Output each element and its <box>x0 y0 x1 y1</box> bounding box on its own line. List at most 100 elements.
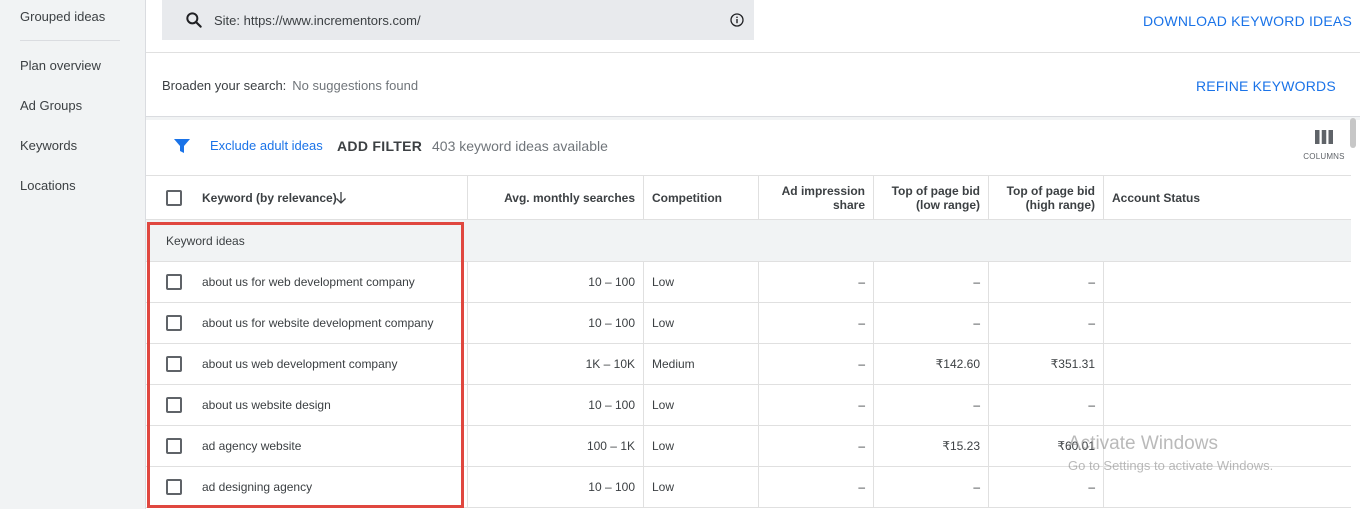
cell-bid-low: ₹15.23 <box>874 426 989 466</box>
keyword-text: about us for website development company <box>202 316 434 330</box>
cell-bid-low: – <box>874 262 989 302</box>
cell-searches: 10 – 100 <box>468 262 644 302</box>
search-input[interactable]: Site: https://www.incrementors.com/ <box>214 13 421 28</box>
keyword-text: ad agency website <box>202 439 302 453</box>
cell-bid-low: – <box>874 385 989 425</box>
header-competition[interactable]: Competition <box>644 176 759 220</box>
row-checkbox[interactable] <box>166 438 182 454</box>
sort-arrow-down-icon[interactable] <box>335 192 347 204</box>
cell-bid-high: ₹60.01 <box>989 426 1104 466</box>
cell-bid-high: – <box>989 385 1104 425</box>
row-checkbox[interactable] <box>166 315 182 331</box>
columns-label: COLUMNS <box>1303 152 1345 161</box>
cell-searches: 10 – 100 <box>468 303 644 343</box>
header-impression-label: Ad impression share <box>781 184 865 212</box>
cell-searches: 10 – 100 <box>468 385 644 425</box>
cell-impression: – <box>759 344 874 384</box>
cell-impression: – <box>759 262 874 302</box>
cell-searches: 100 – 1K <box>468 426 644 466</box>
cell-competition: Low <box>644 303 759 343</box>
download-keyword-ideas-button[interactable]: DOWNLOAD KEYWORD IDEAS <box>1143 13 1352 29</box>
group-row-keyword-ideas: Keyword ideas <box>146 220 1351 262</box>
table-row[interactable]: about us for web development company 10 … <box>146 262 1351 303</box>
info-icon[interactable] <box>730 13 744 27</box>
cell-status <box>1104 262 1351 302</box>
table-row[interactable]: ad agency website 100 – 1K Low – ₹15.23 … <box>146 426 1351 467</box>
header-bid-low-label: Top of page bid (low range) <box>891 184 980 212</box>
header-top-bid-high[interactable]: Top of page bid (high range) <box>989 176 1104 220</box>
filter-row: Exclude adult ideas ADD FILTER 403 keywo… <box>146 120 1360 175</box>
row-checkbox[interactable] <box>166 397 182 413</box>
keyword-text: ad designing agency <box>202 480 313 494</box>
cell-keyword: ad agency website <box>146 426 468 466</box>
sidebar-item-grouped-ideas[interactable]: Grouped ideas <box>20 9 105 24</box>
main-panel: Site: https://www.incrementors.com/ DOWN… <box>145 0 1360 509</box>
header-ad-impression-share[interactable]: Ad impression share <box>759 176 874 220</box>
search-icon <box>186 12 202 28</box>
divider <box>146 52 1360 53</box>
cell-impression: – <box>759 426 874 466</box>
table-row[interactable]: ad designing agency 10 – 100 Low – – – <box>146 467 1351 508</box>
broaden-search: Broaden your search: No suggestions found <box>162 78 418 93</box>
header-competition-label: Competition <box>652 191 722 205</box>
sidebar-divider <box>20 40 120 41</box>
header-account-status[interactable]: Account Status <box>1104 176 1351 220</box>
cell-keyword: about us for web development company <box>146 262 468 302</box>
cell-impression: – <box>759 385 874 425</box>
sidebar-item-ad-groups[interactable]: Ad Groups <box>20 98 82 113</box>
row-checkbox[interactable] <box>166 274 182 290</box>
table-row[interactable]: about us website design 10 – 100 Low – –… <box>146 385 1351 426</box>
sidebar-item-keywords[interactable]: Keywords <box>20 138 77 153</box>
header-keyword-label: Keyword (by relevance) <box>202 191 337 205</box>
cell-keyword: about us for website development company <box>146 303 468 343</box>
header-bid-high-label: Top of page bid (high range) <box>1006 184 1095 212</box>
scrollbar[interactable] <box>1350 118 1356 148</box>
sidebar: Grouped ideas Plan overview Ad Groups Ke… <box>0 0 145 509</box>
row-checkbox[interactable] <box>166 356 182 372</box>
cell-bid-high: – <box>989 303 1104 343</box>
group-label: Keyword ideas <box>166 234 245 248</box>
table-row[interactable]: about us for website development company… <box>146 303 1351 344</box>
cell-keyword: about us web development company <box>146 344 468 384</box>
cell-competition: Medium <box>644 344 759 384</box>
cell-keyword: about us website design <box>146 385 468 425</box>
keyword-text: about us for web development company <box>202 275 415 289</box>
cell-bid-low: – <box>874 303 989 343</box>
keyword-text: about us web development company <box>202 357 398 371</box>
cell-status <box>1104 344 1351 384</box>
cell-bid-low: – <box>874 467 989 507</box>
select-all-checkbox[interactable] <box>166 190 182 206</box>
cell-status <box>1104 426 1351 466</box>
table-row[interactable]: about us web development company 1K – 10… <box>146 344 1351 385</box>
cell-searches: 10 – 100 <box>468 467 644 507</box>
cell-competition: Low <box>644 262 759 302</box>
exclude-adult-ideas-filter[interactable]: Exclude adult ideas <box>210 138 323 153</box>
add-filter-button[interactable]: ADD FILTER <box>337 138 422 154</box>
cell-searches: 1K – 10K <box>468 344 644 384</box>
sidebar-item-locations[interactable]: Locations <box>20 178 76 193</box>
header-top-bid-low[interactable]: Top of page bid (low range) <box>874 176 989 220</box>
cell-competition: Low <box>644 385 759 425</box>
cell-impression: – <box>759 303 874 343</box>
header-status-label: Account Status <box>1112 191 1201 205</box>
cell-bid-high: – <box>989 262 1104 302</box>
cell-status <box>1104 303 1351 343</box>
refine-keywords-button[interactable]: REFINE KEYWORDS <box>1196 78 1336 94</box>
cell-bid-high: ₹351.31 <box>989 344 1104 384</box>
cell-bid-low: ₹142.60 <box>874 344 989 384</box>
row-checkbox[interactable] <box>166 479 182 495</box>
cell-impression: – <box>759 467 874 507</box>
cell-keyword: ad designing agency <box>146 467 468 507</box>
header-keyword[interactable]: Keyword (by relevance) <box>146 176 468 220</box>
sidebar-item-plan-overview[interactable]: Plan overview <box>20 58 101 73</box>
columns-button[interactable]: COLUMNS <box>1302 130 1346 166</box>
cell-bid-high: – <box>989 467 1104 507</box>
cell-competition: Low <box>644 426 759 466</box>
keyword-count: 403 keyword ideas available <box>432 138 608 154</box>
search-bar[interactable]: Site: https://www.incrementors.com/ <box>162 0 754 40</box>
cell-status <box>1104 467 1351 507</box>
keyword-text: about us website design <box>202 398 331 412</box>
cell-competition: Low <box>644 467 759 507</box>
header-avg-monthly-searches[interactable]: Avg. monthly searches <box>468 176 644 220</box>
filter-icon[interactable] <box>174 138 190 154</box>
